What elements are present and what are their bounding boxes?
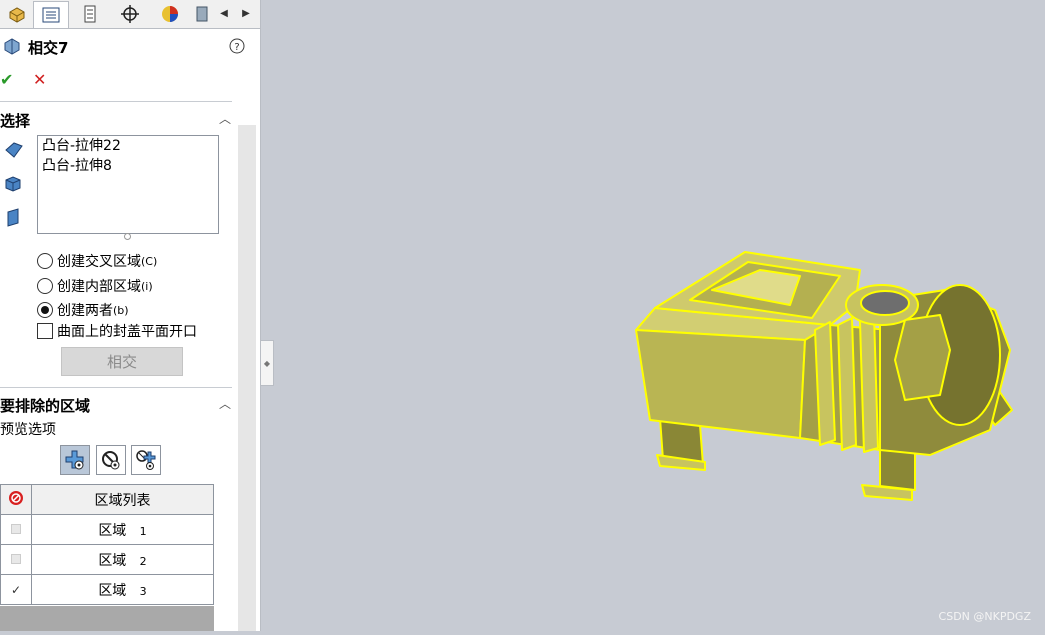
- preview-exclude-button[interactable]: [96, 445, 126, 475]
- tab-dimxpert[interactable]: [113, 1, 147, 27]
- tab-scroll-right-icon[interactable]: ▶: [238, 3, 254, 23]
- radio-circle[interactable]: [37, 278, 53, 294]
- selection-item[interactable]: 凸台-拉伸8: [38, 156, 218, 176]
- region-table: 区域列表 区域 1 区域 2 ✓ 区域 3: [0, 484, 214, 605]
- divider: [0, 387, 232, 388]
- table-row[interactable]: 区域 1: [0, 514, 214, 545]
- exclude-heading: 要排除的区域: [0, 397, 91, 415]
- radio-create-both[interactable]: 创建两者 (b): [37, 300, 129, 320]
- radio-create-internal[interactable]: 创建内部区域 (i): [37, 276, 153, 296]
- region-number: 2: [139, 554, 147, 568]
- configuration-icon: [84, 5, 96, 23]
- radio-circle[interactable]: [37, 253, 53, 269]
- radio-create-intersect[interactable]: 创建交叉区域 (C): [37, 251, 157, 271]
- preview-both-button[interactable]: [131, 445, 161, 475]
- solid-body-icon: [5, 176, 21, 192]
- tab-feature-manager[interactable]: [0, 1, 34, 27]
- region-name: 区域: [98, 552, 127, 569]
- svg-text:?: ?: [234, 42, 239, 53]
- region-name: 区域: [98, 522, 127, 539]
- model-3d-view[interactable]: [261, 0, 1045, 631]
- region-cell[interactable]: 区域 3: [31, 574, 214, 605]
- region-number: 1: [139, 524, 147, 538]
- selection-heading: 选择: [0, 112, 31, 130]
- table-row[interactable]: 区域 2: [0, 544, 214, 575]
- region-name: 区域: [98, 582, 127, 599]
- appearance-icon: [162, 6, 178, 22]
- tab-configuration-manager[interactable]: [73, 1, 107, 27]
- tab-more[interactable]: [193, 1, 211, 27]
- intersect-button[interactable]: 相交: [61, 347, 183, 376]
- table-header-row: 区域列表: [0, 484, 214, 515]
- region-list-header: 区域列表: [31, 484, 214, 515]
- list-resize-handle[interactable]: [124, 233, 131, 240]
- selection-item[interactable]: 凸台-拉伸22: [38, 136, 218, 156]
- feature-title: 相交7: [28, 39, 69, 57]
- panel-scrollbar[interactable]: [238, 125, 256, 631]
- region-checkbox[interactable]: [0, 544, 32, 575]
- check-icon: ✓: [10, 582, 22, 597]
- tab-overflow-icon: [196, 6, 208, 22]
- crosshair-icon: [121, 5, 139, 23]
- tab-scroll-left-icon[interactable]: ◀: [216, 3, 232, 23]
- region-checkbox-checked[interactable]: ✓: [0, 574, 32, 605]
- selection-list[interactable]: 凸台-拉伸22 凸台-拉伸8: [37, 135, 219, 234]
- region-checkbox[interactable]: [0, 514, 32, 545]
- tab-display-manager[interactable]: [153, 1, 187, 27]
- manager-tabs: ◀ ▶: [0, 0, 260, 29]
- plane-icon: [7, 208, 19, 227]
- intersect-feature-icon: [4, 38, 20, 55]
- hide-eye-icon: [102, 451, 120, 470]
- region-cell[interactable]: 区域 2: [31, 544, 214, 575]
- feature-tree-icon: [9, 7, 25, 23]
- checkbox-label: 曲面上的封盖平面开口: [57, 324, 197, 340]
- shortcut-key: (b): [113, 303, 129, 317]
- property-list-icon: [42, 7, 60, 23]
- exclude-column-header: [0, 484, 32, 515]
- collapse-exclude-icon[interactable]: ︿: [219, 395, 231, 412]
- radio-label: 创建内部区域: [57, 279, 141, 295]
- preview-options-label: 预览选项: [0, 422, 56, 438]
- tool-body-icon: [5, 142, 23, 158]
- table-row[interactable]: ✓ 区域 3: [0, 574, 214, 605]
- checkbox-cap-planar[interactable]: 曲面上的封盖平面开口: [37, 321, 197, 341]
- ok-button[interactable]: ✔: [0, 70, 13, 89]
- shortcut-key: (i): [141, 279, 153, 293]
- help-icon[interactable]: ?: [229, 38, 245, 54]
- exclude-add-eye-icon: [136, 450, 156, 470]
- tab-property-manager[interactable]: [33, 1, 69, 28]
- cancel-button[interactable]: ✕: [33, 70, 46, 89]
- collapse-selection-icon[interactable]: ︿: [219, 110, 231, 127]
- preview-include-button[interactable]: [60, 445, 90, 475]
- divider: [0, 101, 232, 102]
- region-number: 3: [139, 584, 147, 598]
- property-manager: ◀ ▶ 相交7 ? ✔ ✕ 选择 ︿ 凸台-拉伸22 凸台-拉伸8 创建交叉区域…: [0, 0, 261, 631]
- watermark: CSDN @NKPDGZ: [938, 610, 1031, 623]
- radio-label: 创建两者: [57, 303, 113, 319]
- region-cell[interactable]: 区域 1: [31, 514, 214, 545]
- exclude-icon: [9, 490, 23, 505]
- checkbox[interactable]: [37, 323, 53, 339]
- radio-circle-selected[interactable]: [37, 302, 53, 318]
- add-eye-icon: [65, 450, 84, 470]
- table-empty-area: [0, 606, 214, 631]
- radio-label: 创建交叉区域: [57, 254, 141, 270]
- graphics-area[interactable]: [261, 0, 1045, 631]
- shortcut-key: (C): [141, 254, 158, 268]
